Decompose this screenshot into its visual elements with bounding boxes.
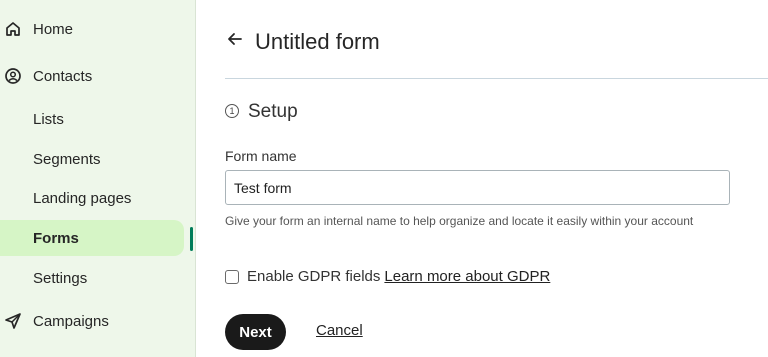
- arrow-left-icon: [226, 30, 244, 53]
- sidebar-item-landing-pages[interactable]: Landing pages: [0, 180, 184, 216]
- sidebar-item-label: Campaigns: [33, 312, 109, 330]
- form-name-label: Form name: [225, 148, 297, 164]
- sidebar: Home Contacts Lists Segments Landing pag…: [0, 0, 196, 357]
- gdpr-learn-more-link[interactable]: Learn more about GDPR: [384, 268, 550, 285]
- sidebar-item-contacts[interactable]: Contacts: [0, 58, 184, 94]
- sidebar-item-label: Forms: [33, 229, 79, 247]
- gdpr-row: Enable GDPR fields Learn more about GDPR: [225, 268, 550, 285]
- next-button[interactable]: Next: [225, 314, 286, 350]
- send-icon: [4, 312, 22, 330]
- sidebar-item-lists[interactable]: Lists: [0, 101, 184, 137]
- sidebar-item-label: Settings: [33, 269, 88, 287]
- main-content: Untitled form 1 Setup Form name Give you…: [196, 0, 768, 357]
- sidebar-item-segments[interactable]: Segments: [0, 141, 184, 177]
- form-name-input[interactable]: [225, 170, 730, 205]
- gdpr-checkbox[interactable]: [225, 269, 239, 284]
- sidebar-item-campaigns[interactable]: Campaigns: [0, 303, 184, 339]
- step-number: 1: [225, 104, 239, 118]
- form-name-help-text: Give your form an internal name to help …: [225, 214, 694, 228]
- active-indicator: [190, 227, 193, 251]
- back-button[interactable]: [224, 30, 246, 52]
- sidebar-item-label: Segments: [33, 150, 101, 168]
- sidebar-item-label: Landing pages: [33, 189, 132, 207]
- sidebar-item-label: Contacts: [33, 67, 93, 85]
- cancel-link[interactable]: Cancel: [316, 322, 363, 339]
- contact-icon: [4, 67, 22, 85]
- sidebar-item-label: Home: [33, 20, 74, 38]
- home-icon: [4, 20, 22, 38]
- step-title: Setup: [248, 101, 298, 122]
- sidebar-item-home[interactable]: Home: [0, 11, 184, 47]
- sidebar-item-forms[interactable]: Forms: [0, 220, 184, 256]
- gdpr-label: Enable GDPR fields: [247, 268, 381, 285]
- divider: [225, 78, 768, 79]
- sidebar-item-settings[interactable]: Settings: [0, 260, 184, 296]
- sidebar-item-label: Lists: [33, 110, 64, 128]
- page-title: Untitled form: [255, 29, 380, 54]
